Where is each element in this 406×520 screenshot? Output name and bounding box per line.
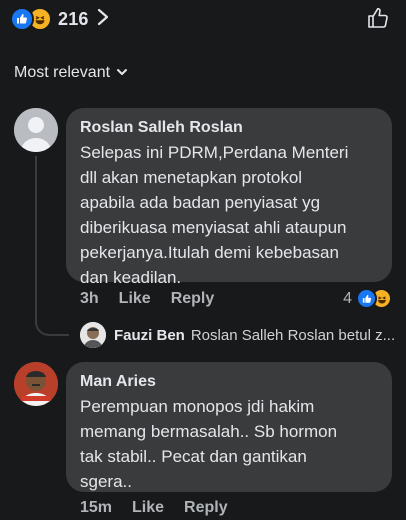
comment-like-button[interactable]: Like (132, 499, 164, 517)
avatar[interactable] (14, 362, 58, 406)
reply-author: Fauzi Ben (114, 327, 185, 344)
thread-line (35, 156, 37, 322)
chevron-down-icon (116, 64, 128, 82)
comment-reaction-count[interactable]: 4 (343, 288, 392, 309)
comment-bubble: Man Aries Perempuan monopos jdi hakim me… (66, 362, 392, 492)
chevron-right-icon (97, 8, 109, 31)
comment-time[interactable]: 3h (80, 290, 99, 308)
comment-reaction-number: 4 (343, 289, 352, 307)
comment-text: Selepas ini PDRM,Perdana Menteri dll aka… (80, 143, 349, 287)
reply-avatar[interactable] (80, 322, 106, 348)
comment-reply-button[interactable]: Reply (171, 290, 215, 308)
comment-time[interactable]: 15m (80, 499, 112, 517)
default-avatar-icon (14, 108, 58, 152)
thumbs-up-icon (368, 7, 388, 28)
comment-bubble: Roslan Salleh Roslan Selepas ini PDRM,Pe… (66, 108, 392, 287)
like-icon (10, 7, 34, 31)
reply-text: Roslan Salleh Roslan betul z... (190, 327, 396, 344)
reply-preview[interactable]: Fauzi Ben Roslan Salleh Roslan betul z... (114, 327, 396, 344)
comment-text: Perempuan monopos jdi hakim memang berma… (80, 397, 338, 491)
thread-connector (35, 302, 69, 336)
like-button[interactable] (366, 6, 390, 35)
reaction-count: 216 (58, 8, 89, 29)
reaction-summary[interactable]: 216 (10, 7, 109, 31)
avatar[interactable] (14, 108, 58, 152)
comment-author[interactable]: Man Aries (80, 372, 378, 392)
comment-actions: 15m Like Reply (80, 499, 248, 517)
comment-actions: 3h Like Reply (80, 290, 234, 308)
sort-label: Most relevant (14, 64, 111, 81)
comment-like-button[interactable]: Like (119, 290, 151, 308)
comment-reply-button[interactable]: Reply (184, 499, 228, 517)
comment-author[interactable]: Roslan Salleh Roslan (80, 118, 378, 138)
sort-dropdown[interactable]: Most relevant (14, 64, 128, 82)
like-icon (356, 288, 377, 309)
